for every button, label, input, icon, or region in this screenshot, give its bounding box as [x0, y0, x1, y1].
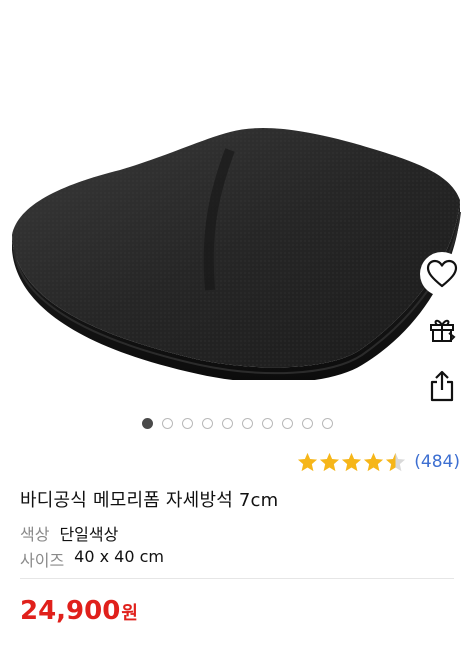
star-icon [364, 452, 384, 472]
product-title: 바디공식 메모리폼 자세방석 7cm [20, 490, 279, 511]
star-rating [297, 452, 406, 472]
share-icon [430, 370, 454, 402]
carousel-dot[interactable] [321, 418, 333, 429]
product-image-gallery[interactable] [0, 0, 474, 410]
carousel-dot[interactable] [181, 418, 193, 429]
carousel-indicator [0, 418, 474, 429]
price-currency: 원 [121, 603, 138, 624]
gift-icon [430, 319, 456, 342]
star-icon [298, 452, 318, 472]
star-icon [342, 452, 362, 472]
option-row-color: 색상 단일색상 [20, 521, 118, 545]
carousel-dot[interactable] [201, 418, 213, 429]
star-icon [320, 452, 340, 472]
share-button[interactable] [420, 364, 464, 408]
review-count[interactable]: (484) [414, 452, 460, 472]
carousel-dot[interactable] [221, 418, 233, 429]
price-amount: 24,900 [20, 596, 121, 626]
heart-icon [426, 259, 458, 288]
gift-button[interactable] [420, 308, 464, 352]
divider [20, 578, 454, 579]
option-row-size: 사이즈 40 x 40 cm [20, 547, 164, 571]
carousel-dot[interactable] [281, 418, 293, 429]
option-value: 40 x 40 cm [74, 547, 164, 566]
wishlist-button[interactable] [420, 252, 464, 296]
option-label: 사이즈 [20, 551, 65, 570]
option-label: 색상 [20, 525, 50, 544]
price: 24,900 원 [20, 596, 138, 626]
carousel-dot[interactable] [241, 418, 253, 429]
carousel-dot[interactable] [301, 418, 313, 429]
half-star-icon [386, 452, 406, 472]
option-value: 단일색상 [59, 525, 119, 544]
product-image [12, 128, 461, 380]
rating-summary[interactable]: (484) [297, 452, 460, 472]
carousel-dot[interactable] [261, 418, 273, 429]
carousel-dot[interactable] [141, 418, 153, 429]
carousel-dot[interactable] [161, 418, 173, 429]
